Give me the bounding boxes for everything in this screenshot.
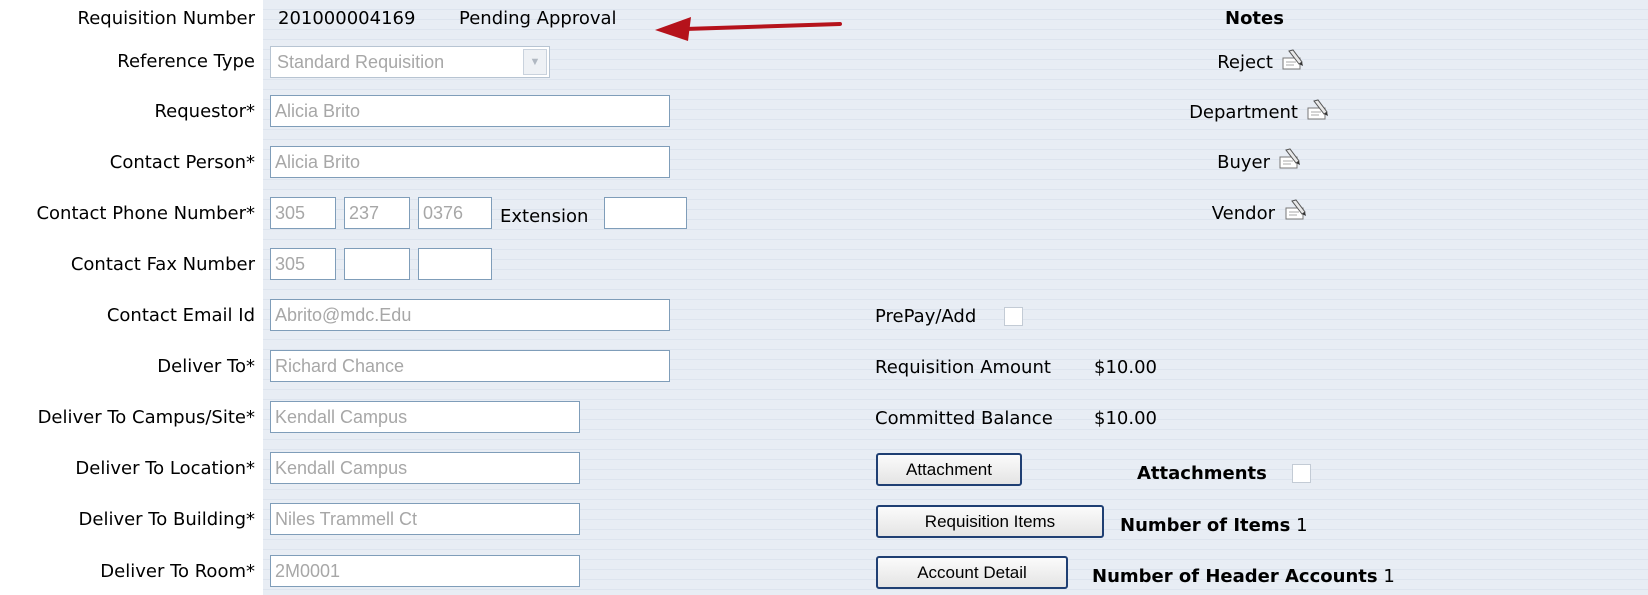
extension-label: Extension <box>500 206 589 227</box>
extension-input[interactable] <box>604 197 687 229</box>
note-reject-label: Reject <box>1217 52 1273 73</box>
requisition-items-button[interactable]: Requisition Items <box>876 505 1104 538</box>
contact-phone-label: Contact Phone Number* <box>36 203 255 224</box>
contact-email-label: Contact Email Id <box>106 305 255 326</box>
phone-line-input[interactable]: 0376 <box>418 197 492 229</box>
header-accounts-label: Number of Header Accounts <box>1092 566 1378 587</box>
header-accounts-value: 1 <box>1383 566 1395 587</box>
items-count-value: 1 <box>1296 515 1308 536</box>
deliver-to-input[interactable]: Richard Chance <box>270 350 670 382</box>
notes-title: Notes <box>1225 8 1284 29</box>
deliver-building-label: Deliver To Building* <box>78 509 255 530</box>
note-vendor-label: Vendor <box>1211 203 1275 224</box>
phone-prefix-input[interactable]: 237 <box>344 197 410 229</box>
contact-fax-label: Contact Fax Number <box>70 254 255 275</box>
deliver-campus-input[interactable]: Kendall Campus <box>270 401 580 433</box>
fax-area-code-input[interactable]: 305 <box>270 248 336 280</box>
deliver-location-input[interactable]: Kendall Campus <box>270 452 580 484</box>
reference-type-label: Reference Type <box>117 51 255 72</box>
committed-balance-value: $10.00 <box>1094 408 1157 429</box>
deliver-campus-label: Deliver To Campus/Site* <box>37 407 255 428</box>
requisition-number: 201000004169 <box>278 8 416 29</box>
attachments-label: Attachments <box>1137 463 1267 484</box>
account-detail-button[interactable]: Account Detail <box>876 556 1068 589</box>
items-count-label: Number of Items <box>1120 515 1291 536</box>
contact-person-input[interactable]: Alicia Brito <box>270 146 670 178</box>
contact-email-input[interactable]: Abrito@mdc.Edu <box>270 299 670 331</box>
attachment-button[interactable]: Attachment <box>876 453 1022 486</box>
note-pencil-icon[interactable] <box>1306 99 1332 121</box>
items-count-row: Number of Items 1 <box>1120 515 1308 537</box>
deliver-location-label: Deliver To Location* <box>75 458 255 479</box>
note-pencil-icon[interactable] <box>1281 49 1307 71</box>
requisition-amount-label: Requisition Amount <box>875 357 1051 378</box>
reference-type-value: Standard Requisition <box>277 52 445 72</box>
fax-line-input[interactable] <box>418 248 492 280</box>
deliver-room-label: Deliver To Room* <box>100 561 255 582</box>
requisition-amount-value: $10.00 <box>1094 357 1157 378</box>
header-accounts-row: Number of Header Accounts 1 <box>1092 566 1395 588</box>
chevron-down-icon[interactable]: ▼ <box>523 49 547 75</box>
note-pencil-icon[interactable] <box>1278 148 1304 170</box>
note-department-label: Department <box>1189 102 1298 123</box>
requisition-number-label: Requisition Number <box>77 8 256 29</box>
note-buyer-label: Buyer <box>1217 152 1270 173</box>
deliver-room-input[interactable]: 2M0001 <box>270 555 580 587</box>
requestor-input[interactable]: Alicia Brito <box>270 95 670 127</box>
fax-prefix-input[interactable] <box>344 248 410 280</box>
deliver-building-input[interactable]: Niles Trammell Ct <box>270 503 580 535</box>
red-arrow-annotation <box>655 17 842 41</box>
requestor-label: Requestor* <box>154 101 255 122</box>
requisition-status: Pending Approval <box>459 8 617 29</box>
deliver-to-label: Deliver To* <box>157 356 255 377</box>
attachments-checkbox[interactable] <box>1292 464 1311 483</box>
reference-type-select[interactable]: Standard Requisition ▼ <box>270 46 550 78</box>
note-pencil-icon[interactable] <box>1284 199 1310 221</box>
prepay-label: PrePay/Add <box>875 306 977 327</box>
committed-balance-label: Committed Balance <box>875 408 1053 429</box>
contact-person-label: Contact Person* <box>109 152 255 173</box>
prepay-checkbox[interactable] <box>1004 307 1023 326</box>
phone-area-code-input[interactable]: 305 <box>270 197 336 229</box>
